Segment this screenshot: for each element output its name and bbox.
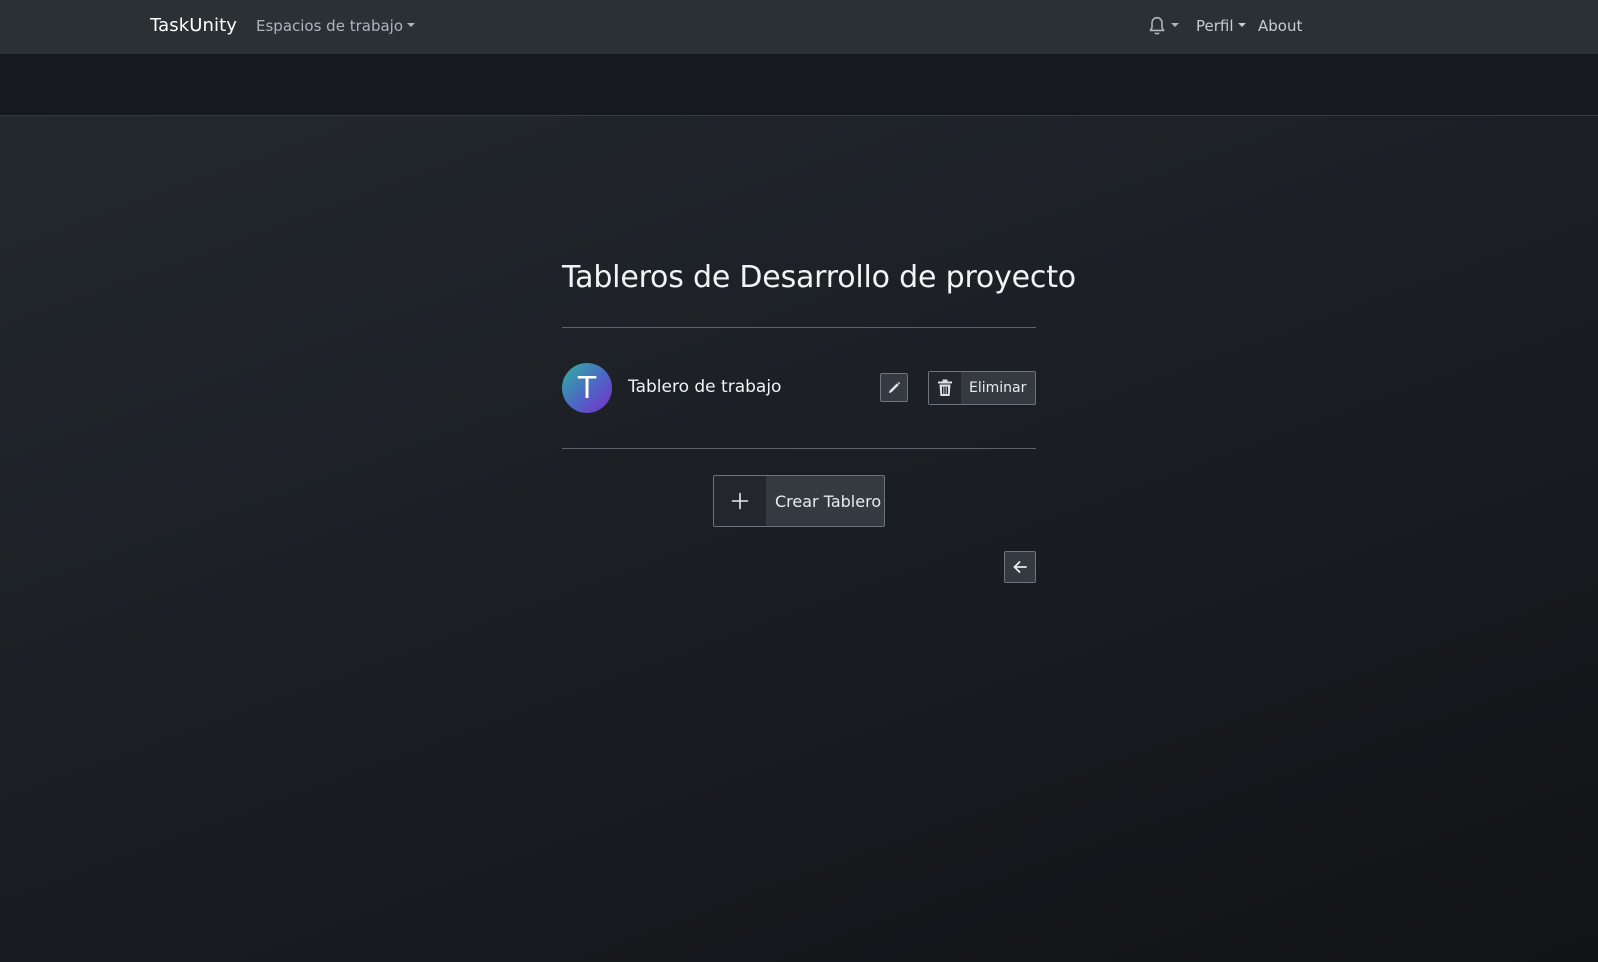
profile-label: Perfil xyxy=(1196,17,1234,35)
plus-icon xyxy=(714,476,766,526)
board-avatar: T xyxy=(562,363,612,413)
chevron-down-icon xyxy=(407,23,415,27)
bell-icon xyxy=(1149,16,1165,35)
create-board-button[interactable]: Crear Tablero xyxy=(713,475,885,527)
chevron-down-icon xyxy=(1237,23,1246,27)
board-name[interactable]: Tablero de trabajo xyxy=(628,377,781,397)
page: TaskUnity Espacios de trabajo Perfil Abo… xyxy=(0,0,1598,962)
edit-board-button[interactable] xyxy=(880,373,908,402)
profile-dropdown[interactable]: Perfil xyxy=(1196,17,1246,35)
boards-panel: Tableros de Desarrollo de proyecto T Tab… xyxy=(562,260,1076,583)
brand-link[interactable]: TaskUnity xyxy=(150,15,237,36)
trash-icon xyxy=(929,372,961,404)
board-list-item[interactable]: T Tablero de trabajo Eliminar xyxy=(562,363,1036,413)
notifications-dropdown[interactable] xyxy=(1148,16,1179,36)
divider xyxy=(562,448,1036,449)
chevron-down-icon xyxy=(1171,23,1179,27)
create-button-label: Crear Tablero xyxy=(775,491,882,511)
back-button[interactable] xyxy=(1004,551,1036,583)
divider xyxy=(562,327,1036,328)
workspaces-label: Espacios de trabajo xyxy=(256,17,403,35)
delete-button-label: Eliminar xyxy=(969,380,1027,396)
delete-board-button[interactable]: Eliminar xyxy=(928,371,1036,405)
arrow-left-icon xyxy=(1013,561,1027,573)
secondary-bar xyxy=(0,54,1598,116)
pencil-icon xyxy=(889,381,901,393)
workspaces-dropdown[interactable]: Espacios de trabajo xyxy=(256,17,415,35)
top-navbar: TaskUnity Espacios de trabajo Perfil Abo… xyxy=(0,0,1598,54)
page-title: Tableros de Desarrollo de proyecto xyxy=(562,260,1076,295)
about-link[interactable]: About xyxy=(1258,17,1302,35)
